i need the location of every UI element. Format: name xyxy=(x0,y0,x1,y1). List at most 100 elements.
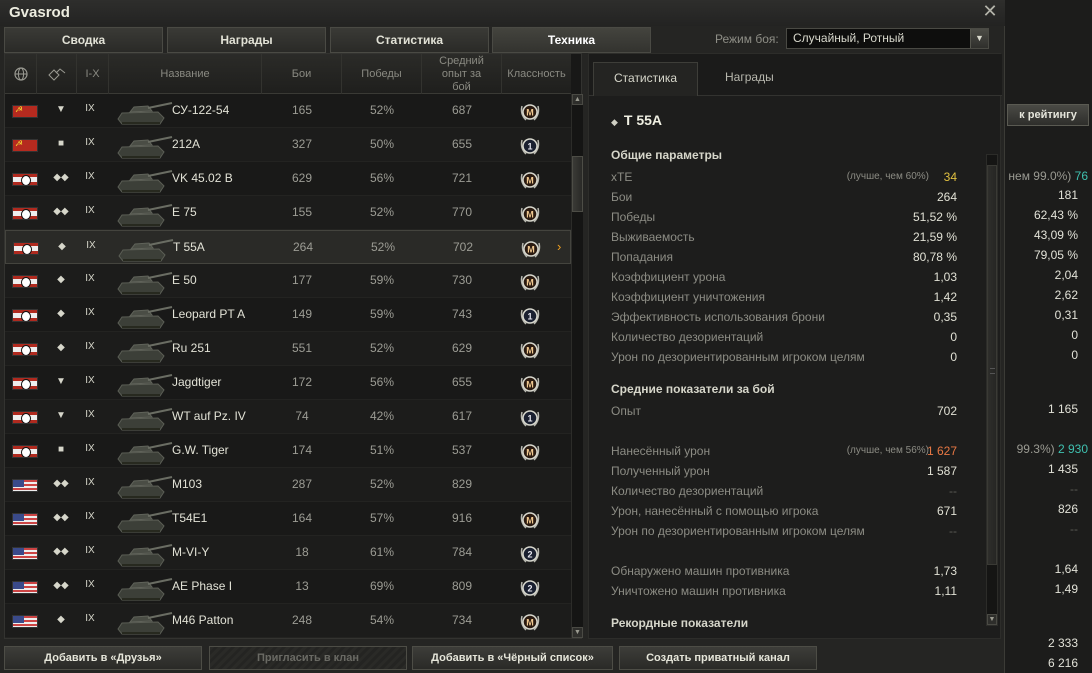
stat-value: 671 xyxy=(936,504,957,518)
usa-flag-icon xyxy=(12,581,38,594)
tab-detail-statistics[interactable]: Статистика xyxy=(593,62,699,96)
background-stat-value: 2,62 xyxy=(1055,288,1078,302)
mastery-badge-icon: M xyxy=(520,444,540,461)
vehicle-row[interactable]: ◆◆ IX M103 287 52% 829 xyxy=(5,468,571,502)
vehicle-tier: IX xyxy=(85,205,95,216)
ussr-flag-icon xyxy=(12,105,38,118)
vehicle-win-rate: 56% xyxy=(369,375,395,389)
invite-to-clan-button[interactable]: Пригласить в клан xyxy=(209,646,407,670)
background-stat-value: 0 xyxy=(1071,328,1078,342)
add-to-blacklist-button[interactable]: Добавить в «Чёрный список» xyxy=(412,646,613,670)
section-title: Средние показатели за бой xyxy=(611,382,775,396)
vehicle-row[interactable]: ◆ IX M46 Patton 248 54% 734 M xyxy=(5,604,571,638)
stat-label: Количество дезориентаций xyxy=(611,330,764,344)
vehicle-win-rate: 59% xyxy=(369,273,395,287)
usa-flag-icon xyxy=(12,513,38,526)
background-stat-text: нем 99.0%) xyxy=(1008,169,1072,183)
stat-label: Урон по дезориентированным игроком целям xyxy=(611,350,865,364)
sort-type-header[interactable] xyxy=(37,54,77,94)
vehicle-tier: IX xyxy=(85,137,95,148)
vehicle-avg-xp: 702 xyxy=(452,240,474,254)
create-private-channel-button[interactable]: Создать приватный канал xyxy=(619,646,817,670)
add-friend-button[interactable]: Добавить в «Друзья» xyxy=(4,646,202,670)
vehicle-type-icon: ◆ xyxy=(57,308,65,319)
tab-awards[interactable]: Награды xyxy=(167,27,326,53)
scroll-down-icon[interactable]: ▼ xyxy=(987,614,997,625)
stat-row xyxy=(611,544,957,564)
tab-detail-awards[interactable]: Награды xyxy=(705,62,794,96)
sort-battles-header[interactable]: Бои xyxy=(262,54,342,94)
background-stat-text: 99.3%) xyxy=(1016,442,1055,456)
rating-button[interactable]: к рейтингу xyxy=(1007,104,1089,126)
vehicle-tier: IX xyxy=(85,579,95,590)
stat-label: Эффективность использования брони xyxy=(611,310,825,324)
tank-icon xyxy=(117,374,173,397)
stat-row: Опыт 702 xyxy=(611,404,957,424)
scroll-thumb[interactable] xyxy=(572,156,583,212)
vehicle-row[interactable]: ▼ IX СУ-122-54 165 52% 687 M xyxy=(5,94,571,128)
stat-label: Урон по дезориентированным игроком целям xyxy=(611,524,865,538)
vehicle-win-rate: 52% xyxy=(369,103,395,117)
vehicle-row[interactable]: ◆ IX Ru 251 551 52% 629 M xyxy=(5,332,571,366)
sort-wins-header[interactable]: Победы xyxy=(342,54,422,94)
vehicle-row[interactable]: ◆◆ IX M-VI-Y 18 61% 784 2 xyxy=(5,536,571,570)
chevron-down-icon[interactable]: ▼ xyxy=(970,29,988,48)
background-stat-value: 2 333 xyxy=(1048,636,1078,650)
close-icon[interactable]: ✕ xyxy=(980,1,1000,21)
stat-row: Выживаемость 21,59 % xyxy=(611,230,957,250)
battle-mode-select[interactable]: Случайный, Ротный ▼ xyxy=(786,28,989,49)
vehicle-type-icon xyxy=(47,68,65,81)
background-stat-value: 62,43 % xyxy=(1034,208,1078,222)
vehicle-list-scrollbar[interactable]: ▲ ▼ xyxy=(571,94,583,638)
vehicle-name: VK 45.02 B xyxy=(172,171,233,185)
vehicle-row[interactable]: ◆◆ IX VK 45.02 B 629 56% 721 M xyxy=(5,162,571,196)
sort-mastery-header[interactable]: Классность xyxy=(502,54,571,94)
stat-label: Бои xyxy=(611,190,633,204)
vehicle-row[interactable]: ▼ IX Jagdtiger 172 56% 655 M xyxy=(5,366,571,400)
vehicle-row[interactable]: ◆ IX Leopard PT A 149 59% 743 1 xyxy=(5,298,571,332)
stat-value: 1 627 xyxy=(926,444,957,458)
vehicle-row[interactable]: ■ IX 212А 327 50% 655 1 xyxy=(5,128,571,162)
detail-scrollbar[interactable]: ▼ xyxy=(986,154,998,626)
vehicle-row[interactable]: ◆ IX T 55A 264 52% 702 M › xyxy=(5,230,571,264)
background-stat-value: 2,04 xyxy=(1055,268,1078,282)
vehicle-type-icon: ■ xyxy=(57,138,65,149)
sort-nation-header[interactable] xyxy=(5,54,37,94)
stat-row: Победы 51,52 % xyxy=(611,210,957,230)
sort-avg-xp-header[interactable]: Средний опыт за бой xyxy=(422,54,502,94)
stat-value: 1,42 xyxy=(933,290,957,304)
vehicle-name: G.W. Tiger xyxy=(172,443,229,457)
stat-percentile-note: (лучше, чем 60%) xyxy=(846,171,929,182)
tab-vehicles[interactable]: Техника xyxy=(492,27,651,53)
scroll-down-icon[interactable]: ▼ xyxy=(572,627,583,638)
germany-flag-icon xyxy=(12,207,38,220)
stat-value: 21,59 % xyxy=(912,230,957,244)
tab-summary[interactable]: Сводка xyxy=(4,27,163,53)
vehicle-row[interactable]: ■ IX G.W. Tiger 174 51% 537 M xyxy=(5,434,571,468)
scroll-thumb[interactable] xyxy=(987,165,997,565)
sort-tier-header[interactable]: I-X xyxy=(77,54,109,94)
stat-label: Выживаемость xyxy=(611,230,695,244)
vehicle-battles: 149 xyxy=(291,307,313,321)
mastery-badge-text: 1 xyxy=(527,142,532,152)
vehicle-row[interactable]: ◆◆ IX AE Phase I 13 69% 809 2 xyxy=(5,570,571,604)
vehicle-row[interactable]: ◆ IX E 50 177 59% 730 M xyxy=(5,264,571,298)
sort-name-header[interactable]: Название xyxy=(109,54,262,94)
stat-row: Полученный урон 1 587 xyxy=(611,464,957,484)
vehicle-type-icon: ◆◆ xyxy=(53,580,69,591)
vehicle-row[interactable]: ◆◆ IX E 75 155 52% 770 M xyxy=(5,196,571,230)
scroll-up-icon[interactable]: ▲ xyxy=(572,94,583,105)
stat-row: Нанесённый урон (лучше, чем 56%) 1 627 xyxy=(611,444,957,464)
vehicle-row[interactable]: ◆◆ IX T54E1 164 57% 916 M xyxy=(5,502,571,536)
vehicle-list: ▼IXСУ-122-5416552%687M■IX212А32750%6551◆… xyxy=(5,94,571,638)
vehicle-avg-xp: 916 xyxy=(451,511,473,525)
battle-mode-value: Случайный, Ротный xyxy=(793,31,905,45)
stat-value: -- xyxy=(949,484,957,498)
vehicle-row[interactable]: ▼ IX WT auf Pz. IV 74 42% 617 1 xyxy=(5,400,571,434)
stat-value: 264 xyxy=(936,190,957,204)
background-stat-value: 79,05 % xyxy=(1034,248,1078,262)
vehicle-battles: 74 xyxy=(295,409,309,423)
tab-statistics[interactable]: Статистика xyxy=(330,27,489,53)
tank-icon xyxy=(117,204,173,227)
vehicle-list-panel: I-X Название Бои Победы Средний опыт за … xyxy=(4,53,583,639)
